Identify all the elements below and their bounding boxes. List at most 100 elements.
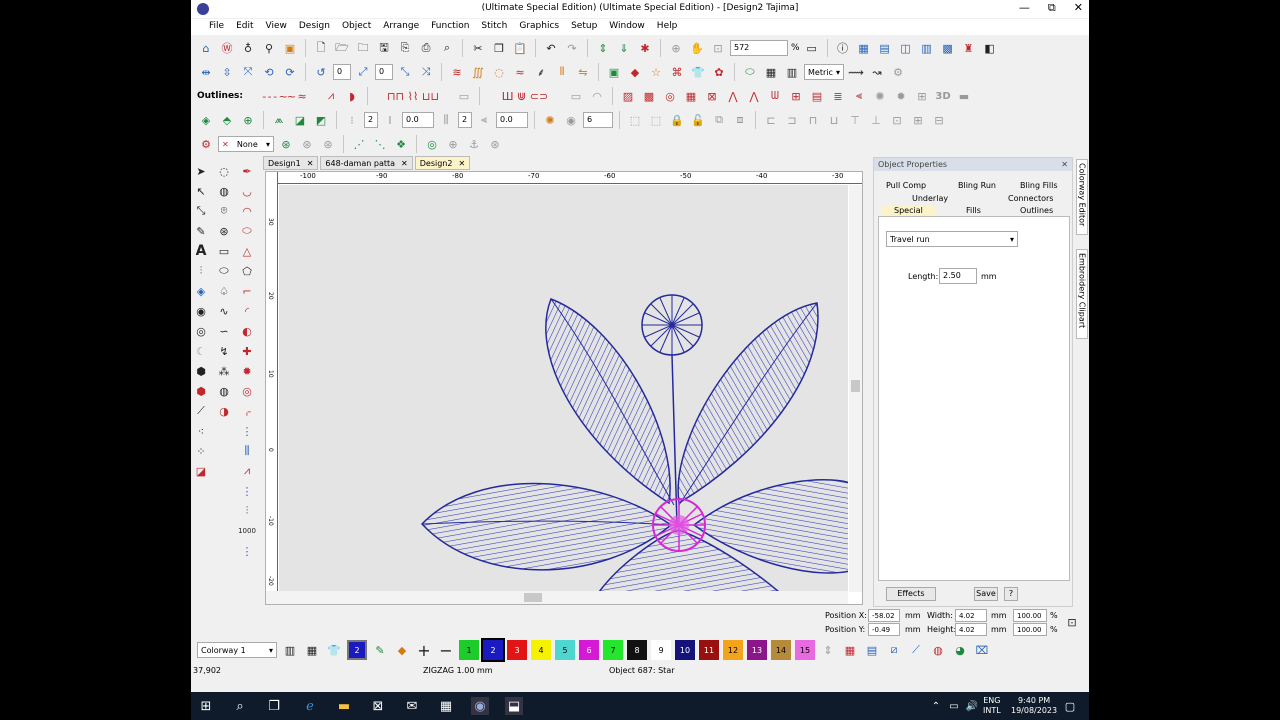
close-tab-icon[interactable]: ✕ bbox=[458, 159, 465, 168]
open-recent-icon[interactable]: 🗀 bbox=[354, 39, 372, 57]
stitch-5-icon[interactable]: ⫶ bbox=[238, 502, 256, 520]
task-view-icon[interactable]: ❐ bbox=[265, 697, 283, 715]
stamp-icon[interactable]: ♜ bbox=[960, 39, 978, 57]
hearts-icon[interactable]: ♤ bbox=[215, 282, 233, 300]
menu-view[interactable]: View bbox=[260, 19, 293, 35]
position-x-input[interactable]: -58.02 bbox=[868, 609, 900, 622]
arrange-5-icon[interactable]: ⊤ bbox=[846, 111, 864, 129]
spacing-input-2[interactable]: 0.0 bbox=[402, 112, 434, 128]
dots-2-icon[interactable]: ⁘ bbox=[192, 442, 210, 460]
panel-close-icon[interactable]: ✕ bbox=[1061, 160, 1068, 169]
network-icon[interactable]: ⊛ bbox=[486, 135, 504, 153]
menu-design[interactable]: Design bbox=[293, 19, 336, 35]
color-swatch[interactable]: 6 bbox=[579, 640, 599, 660]
horizontal-scrollbar[interactable] bbox=[266, 591, 848, 604]
screen-recorder-icon[interactable]: ⬓ bbox=[505, 697, 523, 715]
star-icon[interactable]: ☆ bbox=[647, 63, 665, 81]
reshape-icon[interactable]: ⤡ bbox=[192, 202, 210, 220]
arrange-6-icon[interactable]: ⊥ bbox=[867, 111, 885, 129]
polyline-select-icon[interactable]: ↖ bbox=[192, 182, 210, 200]
color-swatch-options-icon[interactable]: ▥ bbox=[281, 641, 299, 659]
menu-window[interactable]: Window bbox=[603, 19, 651, 35]
unlock-icon[interactable]: 🔓 bbox=[689, 111, 707, 129]
circle-tool-icon[interactable]: ◉ bbox=[192, 302, 210, 320]
select-arrow-icon[interactable]: ➤ bbox=[192, 162, 210, 180]
width-pct-input[interactable]: 100.00 bbox=[1013, 609, 1047, 622]
digitize-icon[interactable]: ◌ bbox=[215, 162, 233, 180]
arrange-7-icon[interactable]: ⊡ bbox=[888, 111, 906, 129]
outline-blank2-icon[interactable]: ▭ bbox=[567, 87, 585, 105]
new-file-icon[interactable]: 🗋 bbox=[312, 39, 330, 57]
corner-2-icon[interactable]: ⌌ bbox=[238, 402, 256, 420]
paint-bucket-icon[interactable]: ◆ bbox=[393, 641, 411, 659]
shirt-icon[interactable]: 👕 bbox=[689, 63, 707, 81]
needle-icon[interactable]: ⟋ bbox=[192, 402, 210, 420]
color-swatch[interactable]: 1 bbox=[459, 640, 479, 660]
digitize-2-icon[interactable]: ◍ bbox=[215, 182, 233, 200]
help-button[interactable]: ? bbox=[1004, 587, 1018, 601]
rotate-ccw-icon[interactable]: ↺ bbox=[312, 63, 330, 81]
hexagon-icon[interactable]: ⬢ bbox=[192, 382, 210, 400]
fill-pattern-14-icon[interactable]: ✹ bbox=[892, 87, 910, 105]
satin-icon[interactable]: ≋ bbox=[448, 63, 466, 81]
color-swatch[interactable]: 12 bbox=[723, 640, 743, 660]
wilcom-icon[interactable]: Ⓦ bbox=[218, 39, 236, 57]
frame-icon[interactable]: ◪ bbox=[291, 111, 309, 129]
colorway-editor-tab[interactable]: Colorway Editor bbox=[1076, 159, 1088, 235]
menu-stitch[interactable]: Stitch bbox=[475, 19, 513, 35]
knife-icon[interactable]: ◎ bbox=[423, 135, 441, 153]
clock[interactable]: 9:40 PM 19/08/2023 bbox=[1011, 696, 1057, 716]
bulb-icon[interactable]: ♁ bbox=[239, 39, 257, 57]
grid-lines-icon[interactable]: ▥ bbox=[783, 63, 801, 81]
stitch-player-icon[interactable]: ⇓ bbox=[615, 39, 633, 57]
spacing-input-3[interactable]: 2 bbox=[458, 112, 472, 128]
reshape-curve-icon[interactable]: ↝ bbox=[868, 63, 886, 81]
stitch-1000-icon[interactable]: 1000 bbox=[238, 522, 256, 540]
photo-stitch-icon[interactable]: ▣ bbox=[605, 63, 623, 81]
sun-icon[interactable]: ✺ bbox=[541, 111, 559, 129]
menu-graphics[interactable]: Graphics bbox=[513, 19, 565, 35]
tab-fills[interactable]: Fills bbox=[966, 206, 981, 215]
zoom-box-icon[interactable]: ⊡ bbox=[709, 39, 727, 57]
close-tab-icon[interactable]: ✕ bbox=[401, 159, 408, 168]
jump-icon[interactable]: ↯ bbox=[215, 342, 233, 360]
zoom-in-icon[interactable]: ⊕ bbox=[667, 39, 685, 57]
color-swatch[interactable]: 9 bbox=[651, 640, 671, 660]
petal-upper-left[interactable] bbox=[545, 298, 671, 505]
embroidery-clipart-tab[interactable]: Embroidery Clipart bbox=[1076, 249, 1088, 339]
position-y-input[interactable]: -0.49 bbox=[868, 623, 900, 636]
export-icon[interactable]: ⎘ bbox=[396, 39, 414, 57]
close-tab-icon[interactable]: ✕ bbox=[307, 159, 314, 168]
menu-file[interactable]: File bbox=[203, 19, 230, 35]
vertical-scrollbar[interactable] bbox=[849, 185, 862, 592]
scale-2-icon[interactable]: ⤨ bbox=[417, 63, 435, 81]
rotate-right-icon[interactable]: ⟳ bbox=[281, 63, 299, 81]
travel-icon[interactable]: ⇕ bbox=[594, 39, 612, 57]
ellipse-r-icon[interactable]: ⬭ bbox=[238, 222, 256, 240]
center-star[interactable] bbox=[652, 498, 706, 552]
fill-pattern-12-icon[interactable]: ⫷ bbox=[850, 87, 868, 105]
stitch-type-select[interactable]: Travel run ▾ bbox=[886, 231, 1018, 247]
hoop-icon[interactable]: ◫ bbox=[897, 39, 915, 57]
frame-2-icon[interactable]: ◩ bbox=[312, 111, 330, 129]
clipart-icon[interactable]: ▣ bbox=[281, 39, 299, 57]
height-pct-input[interactable]: 100.00 bbox=[1013, 623, 1047, 636]
stitch-1-icon[interactable]: ⋮ bbox=[238, 422, 256, 440]
center-icon[interactable]: ⊕ bbox=[239, 111, 257, 129]
outline-tool-icon[interactable]: ☾ bbox=[192, 342, 210, 360]
ring-icon[interactable]: ◎ bbox=[192, 322, 210, 340]
column-icon[interactable]: ⊛ bbox=[277, 135, 295, 153]
corner-icon[interactable]: ⌐ bbox=[238, 282, 256, 300]
mail-icon[interactable]: ✉ bbox=[403, 697, 421, 715]
network-icon[interactable]: ▭ bbox=[945, 697, 963, 715]
add-color-icon[interactable]: + bbox=[415, 641, 433, 660]
fill-pattern-2-icon[interactable]: ▩ bbox=[640, 87, 658, 105]
fill-pattern-13-icon[interactable]: ✺ bbox=[871, 87, 889, 105]
tab-pull-comp[interactable]: Pull Comp bbox=[886, 181, 926, 190]
background-icon[interactable]: ▩ bbox=[939, 39, 957, 57]
menu-object[interactable]: Object bbox=[336, 19, 377, 35]
no-color-icon[interactable]: ⟋ bbox=[907, 641, 925, 659]
fill-pattern-1-icon[interactable]: ▨ bbox=[619, 87, 637, 105]
color-swatch[interactable]: 14 bbox=[771, 640, 791, 660]
color-swatch[interactable]: 5 bbox=[555, 640, 575, 660]
